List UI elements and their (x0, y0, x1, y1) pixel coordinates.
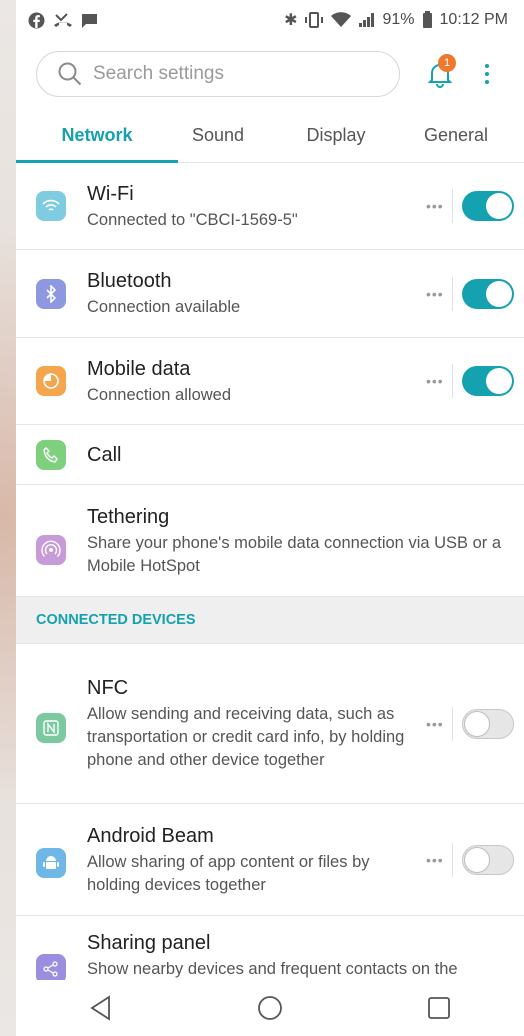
bluetooth-icon (36, 278, 66, 309)
item-actions: ••• (426, 364, 514, 398)
item-subtitle: Show nearby devices and frequent contact… (87, 960, 458, 978)
more-options-icon[interactable] (482, 64, 492, 84)
search-placeholder: Search settings (93, 63, 224, 84)
item-subtitle: Allow sending and receiving data, such a… (87, 705, 405, 769)
item-actions: ••• (426, 706, 514, 741)
search-input[interactable]: Search settings (36, 51, 400, 97)
item-text: NFC Allow sending and receiving data, su… (87, 675, 412, 772)
mobile-data-toggle[interactable] (462, 366, 514, 396)
back-button[interactable] (71, 988, 131, 1028)
missed-call-icon (54, 12, 72, 27)
list-item-mobile-data[interactable]: Mobile data Connection allowed ••• (16, 338, 524, 425)
settings-tabs: Network Sound Display General (16, 108, 524, 163)
search-row: Search settings 1 (16, 40, 524, 108)
item-title: Android Beam (87, 824, 214, 847)
list-item-tethering[interactable]: Tethering Share your phone's mobile data… (16, 485, 524, 597)
item-text: Sharing panel Show nearby devices and fr… (87, 930, 510, 981)
tab-sound[interactable]: Sound (178, 108, 258, 162)
signal-icon (359, 13, 375, 27)
home-icon (258, 996, 282, 1020)
mobile-data-icon (36, 366, 66, 396)
item-subtitle: Connection available (87, 298, 241, 316)
bluetooth-toggle[interactable] (462, 278, 514, 309)
back-icon (89, 995, 110, 1021)
status-right: ✱ 91% 10:12 PM (284, 10, 508, 30)
item-subtitle: Share your phone's mobile data connectio… (87, 533, 502, 575)
more-dots-icon[interactable]: ••• (426, 373, 444, 389)
nfc-toggle[interactable] (462, 708, 514, 739)
item-title: NFC (87, 677, 129, 699)
tethering-icon (36, 534, 66, 565)
settings-screen: ✱ 91% 10:12 PM Search settings 1 Network… (16, 0, 524, 1036)
item-text: Bluetooth Connection available (87, 268, 426, 319)
list-item-bluetooth[interactable]: Bluetooth Connection available ••• (16, 250, 524, 338)
message-icon (82, 13, 97, 28)
item-subtitle: Allow sharing of app content or files by… (87, 852, 370, 894)
item-actions: ••• (426, 189, 514, 223)
item-actions: ••• (426, 842, 514, 877)
list-item-wifi[interactable]: Wi-Fi Connected to "CBCI-1569-5" ••• (16, 163, 524, 250)
tab-display[interactable]: Display (258, 108, 414, 162)
item-subtitle: Connection allowed (87, 385, 232, 404)
android-icon (36, 847, 66, 878)
item-title: Bluetooth (87, 270, 172, 292)
battery-icon (422, 10, 432, 28)
vibrate-icon (305, 12, 324, 28)
item-title: Tethering (87, 505, 170, 528)
list-item-nfc[interactable]: NFC Allow sending and receiving data, su… (16, 644, 524, 804)
more-dots-icon[interactable]: ••• (426, 716, 444, 732)
item-text: Mobile data Connection allowed (87, 356, 426, 407)
navigation-bar (16, 980, 524, 1036)
item-title: Wi-Fi (87, 182, 134, 205)
battery-percent: 91% (382, 11, 415, 28)
tab-network[interactable]: Network (16, 108, 178, 163)
home-button[interactable] (240, 988, 300, 1028)
recents-icon (428, 997, 451, 1019)
status-left (28, 12, 98, 29)
wifi-status-icon (331, 12, 352, 27)
item-text: Tethering Share your phone's mobile data… (87, 504, 510, 578)
wifi-toggle[interactable] (462, 191, 514, 221)
wifi-icon (36, 191, 66, 221)
list-item-call[interactable]: Call (16, 425, 524, 485)
tab-general[interactable]: General (414, 108, 498, 162)
more-dots-icon[interactable]: ••• (426, 286, 444, 302)
section-header-connected-devices: CONNECTED DEVICES (16, 597, 524, 644)
status-bar: ✱ 91% 10:12 PM (16, 0, 524, 40)
item-actions: ••• (426, 276, 514, 311)
clock: 10:12 PM (439, 11, 508, 28)
item-title: Sharing panel (87, 932, 211, 954)
search-icon (58, 62, 82, 86)
notifications-button[interactable]: 1 (422, 54, 458, 92)
item-text: Wi-Fi Connected to "CBCI-1569-5" (87, 181, 426, 232)
item-subtitle: Connected to "CBCI-1569-5" (87, 210, 298, 229)
call-icon (36, 439, 66, 470)
android-beam-toggle[interactable] (462, 844, 514, 875)
list-item-android-beam[interactable]: Android Beam Allow sharing of app conten… (16, 804, 524, 916)
notification-badge: 1 (438, 54, 456, 72)
recents-button[interactable] (409, 988, 469, 1028)
more-dots-icon[interactable]: ••• (426, 852, 444, 868)
nfc-icon (36, 712, 66, 743)
more-dots-icon[interactable]: ••• (426, 198, 444, 214)
facebook-icon (28, 12, 45, 28)
item-title: Mobile data (87, 357, 191, 380)
item-text: Android Beam Allow sharing of app conten… (87, 823, 412, 897)
item-text: Call (87, 442, 524, 468)
bluetooth-status-icon: ✱ (284, 12, 298, 29)
item-title: Call (87, 443, 122, 466)
